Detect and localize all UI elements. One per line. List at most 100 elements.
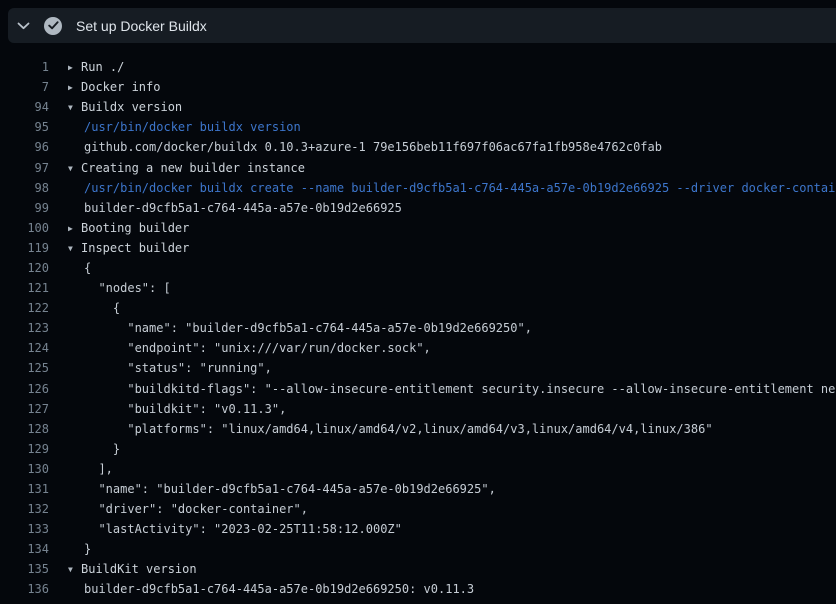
log-output-text: { [68,261,91,275]
log-row: 130 ], [0,459,836,479]
line-number[interactable]: 128 [0,422,49,436]
log-group-toggle[interactable]: ▼Buildx version [68,100,182,114]
line-number[interactable]: 135 [0,562,49,576]
log-row: 94 ▼Buildx version [0,97,836,117]
chevron-collapsed-icon[interactable]: ▶ [68,83,81,92]
chevron-expanded-icon[interactable]: ▼ [68,164,81,173]
chevron-expanded-icon[interactable]: ▼ [68,103,81,112]
line-number[interactable]: 130 [0,462,49,476]
log-row: 99 builder-d9cfb5a1-c764-445a-a57e-0b19d2… [0,198,836,218]
log-output-text: "buildkit": "v0.11.3", [68,402,286,416]
log-output-text: builder-d9cfb5a1-c764-445a-a57e-0b19d2e6… [68,201,402,215]
log-row: 127 "buildkit": "v0.11.3", [0,399,836,419]
line-number[interactable]: 100 [0,221,49,235]
log-output-text: "lastActivity": "2023-02-25T11:58:12.000… [68,522,402,536]
line-number[interactable]: 132 [0,502,49,516]
line-number[interactable]: 119 [0,241,49,255]
log-row: 134} [0,539,836,559]
log-group-toggle[interactable]: ▶Booting builder [68,221,189,235]
log-group-label: Buildx version [81,100,182,114]
line-number[interactable]: 134 [0,542,49,556]
log-row: 124 "endpoint": "unix:///var/run/docker.… [0,338,836,358]
step-header[interactable]: Set up Docker Buildx [8,8,836,43]
log-output-text: github.com/docker/buildx 0.10.3+azure-1 … [68,140,662,154]
chevron-collapsed-icon[interactable]: ▶ [68,224,81,233]
log-row: 98/usr/bin/docker buildx create --name b… [0,178,836,198]
log-row: 126 "buildkitd-flags": "--allow-insecure… [0,379,836,399]
log-area: 1▶Run ./7▶Docker info94▼Buildx version95… [0,57,836,600]
log-row: 119 ▼Inspect builder [0,238,836,258]
log-row: 133 "lastActivity": "2023-02-25T11:58:12… [0,519,836,539]
line-number[interactable]: 129 [0,442,49,456]
log-group-label: Run ./ [81,60,124,74]
log-output-text: "name": "builder-d9cfb5a1-c764-445a-a57e… [68,482,496,496]
log-row: 132 "driver": "docker-container", [0,499,836,519]
log-output-text: "driver": "docker-container", [68,502,308,516]
log-group-toggle[interactable]: ▼BuildKit version [68,562,197,576]
log-group-toggle[interactable]: ▼Creating a new builder instance [68,161,305,175]
log-command-text: /usr/bin/docker buildx version [68,120,301,134]
line-number[interactable]: 122 [0,301,49,315]
log-row: 120 { [0,258,836,278]
log-row: 131 "name": "builder-d9cfb5a1-c764-445a-… [0,479,836,499]
log-output-text: } [68,542,91,556]
line-number[interactable]: 96 [0,140,49,154]
log-row: 129 } [0,439,836,459]
log-row: 125 "status": "running", [0,358,836,378]
step-title: Set up Docker Buildx [76,18,207,34]
line-number[interactable]: 98 [0,181,49,195]
log-output-text: "buildkitd-flags": "--allow-insecure-ent… [68,382,836,396]
log-output-text: { [68,301,120,315]
log-group-toggle[interactable]: ▶Docker info [68,80,160,94]
line-number[interactable]: 126 [0,382,49,396]
log-group-label: Inspect builder [81,241,189,255]
log-output-text: "endpoint": "unix:///var/run/docker.sock… [68,341,431,355]
line-number[interactable]: 133 [0,522,49,536]
line-number[interactable]: 124 [0,341,49,355]
log-group-toggle[interactable]: ▶Run ./ [68,60,124,74]
log-row: 95/usr/bin/docker buildx version [0,117,836,137]
line-number[interactable]: 7 [0,80,49,94]
line-number[interactable]: 1 [0,60,49,74]
chevron-collapsed-icon[interactable]: ▶ [68,63,81,72]
log-row: 122 { [0,298,836,318]
log-output-text: } [68,442,120,456]
chevron-expanded-icon[interactable]: ▼ [68,244,81,253]
log-row: 123 "name": "builder-d9cfb5a1-c764-445a-… [0,318,836,338]
log-group-label: BuildKit version [81,562,197,576]
log-row: 135 ▼BuildKit version [0,559,836,579]
line-number[interactable]: 123 [0,321,49,335]
line-number[interactable]: 136 [0,582,49,596]
log-output-text: ], [68,462,113,476]
log-group-toggle[interactable]: ▼Inspect builder [68,241,189,255]
log-row: 1 ▶Run ./ [0,57,836,77]
line-number[interactable]: 94 [0,100,49,114]
log-output-text: "name": "builder-d9cfb5a1-c764-445a-a57e… [68,321,532,335]
log-output-text: builder-d9cfb5a1-c764-445a-a57e-0b19d2e6… [68,582,474,596]
log-row: 136 builder-d9cfb5a1-c764-445a-a57e-0b19d… [0,579,836,599]
line-number[interactable]: 99 [0,201,49,215]
line-number[interactable]: 131 [0,482,49,496]
log-output-text: "nodes": [ [68,281,171,295]
log-row: 121 "nodes": [ [0,278,836,298]
log-group-label: Docker info [81,80,160,94]
line-number[interactable]: 97 [0,161,49,175]
check-circle-icon [44,17,62,35]
log-command-text: /usr/bin/docker buildx create --name bui… [68,181,836,195]
line-number[interactable]: 95 [0,120,49,134]
log-row: 7 ▶Docker info [0,77,836,97]
log-output-text: "platforms": "linux/amd64,linux/amd64/v2… [68,422,713,436]
chevron-down-icon[interactable] [8,8,38,43]
log-row: 100 ▶Booting builder [0,218,836,238]
line-number[interactable]: 121 [0,281,49,295]
log-group-label: Creating a new builder instance [81,161,305,175]
chevron-expanded-icon[interactable]: ▼ [68,565,81,574]
log-row: 128 "platforms": "linux/amd64,linux/amd6… [0,419,836,439]
log-row: 96 github.com/docker/buildx 0.10.3+azure-… [0,137,836,157]
log-row: 97 ▼Creating a new builder instance [0,157,836,177]
line-number[interactable]: 120 [0,261,49,275]
line-number[interactable]: 127 [0,402,49,416]
log-output-text: "status": "running", [68,361,272,375]
log-group-label: Booting builder [81,221,189,235]
line-number[interactable]: 125 [0,361,49,375]
